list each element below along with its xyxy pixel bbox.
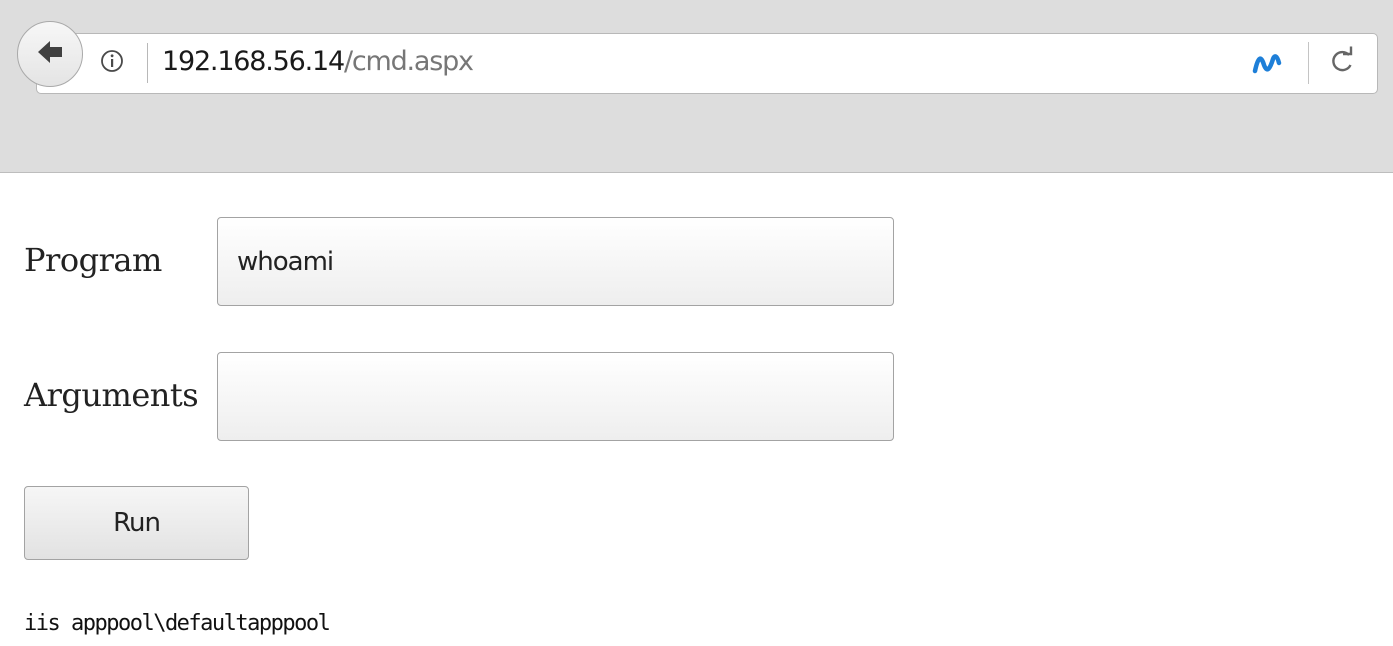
dotnet-icon [1252,51,1282,75]
url-host: 192.168.56.14 [162,46,345,77]
reload-separator [1308,42,1309,84]
back-button[interactable] [17,21,83,87]
arguments-input[interactable] [217,352,894,441]
back-arrow-icon [35,37,65,72]
address-separator [147,43,148,83]
program-input[interactable] [217,217,894,306]
reload-icon [1328,46,1356,81]
browser-toolbar: 192.168.56.14/cmd.aspx [0,0,1393,173]
url-text[interactable]: 192.168.56.14/cmd.aspx [162,42,474,82]
info-icon[interactable] [100,49,124,73]
url-path: /cmd.aspx [343,46,474,77]
reload-button[interactable] [1326,46,1358,80]
program-label: Program [24,241,162,279]
run-button[interactable]: Run [24,486,249,560]
arguments-label: Arguments [24,376,199,414]
command-output: iis apppool\defaultapppool [24,611,331,636]
